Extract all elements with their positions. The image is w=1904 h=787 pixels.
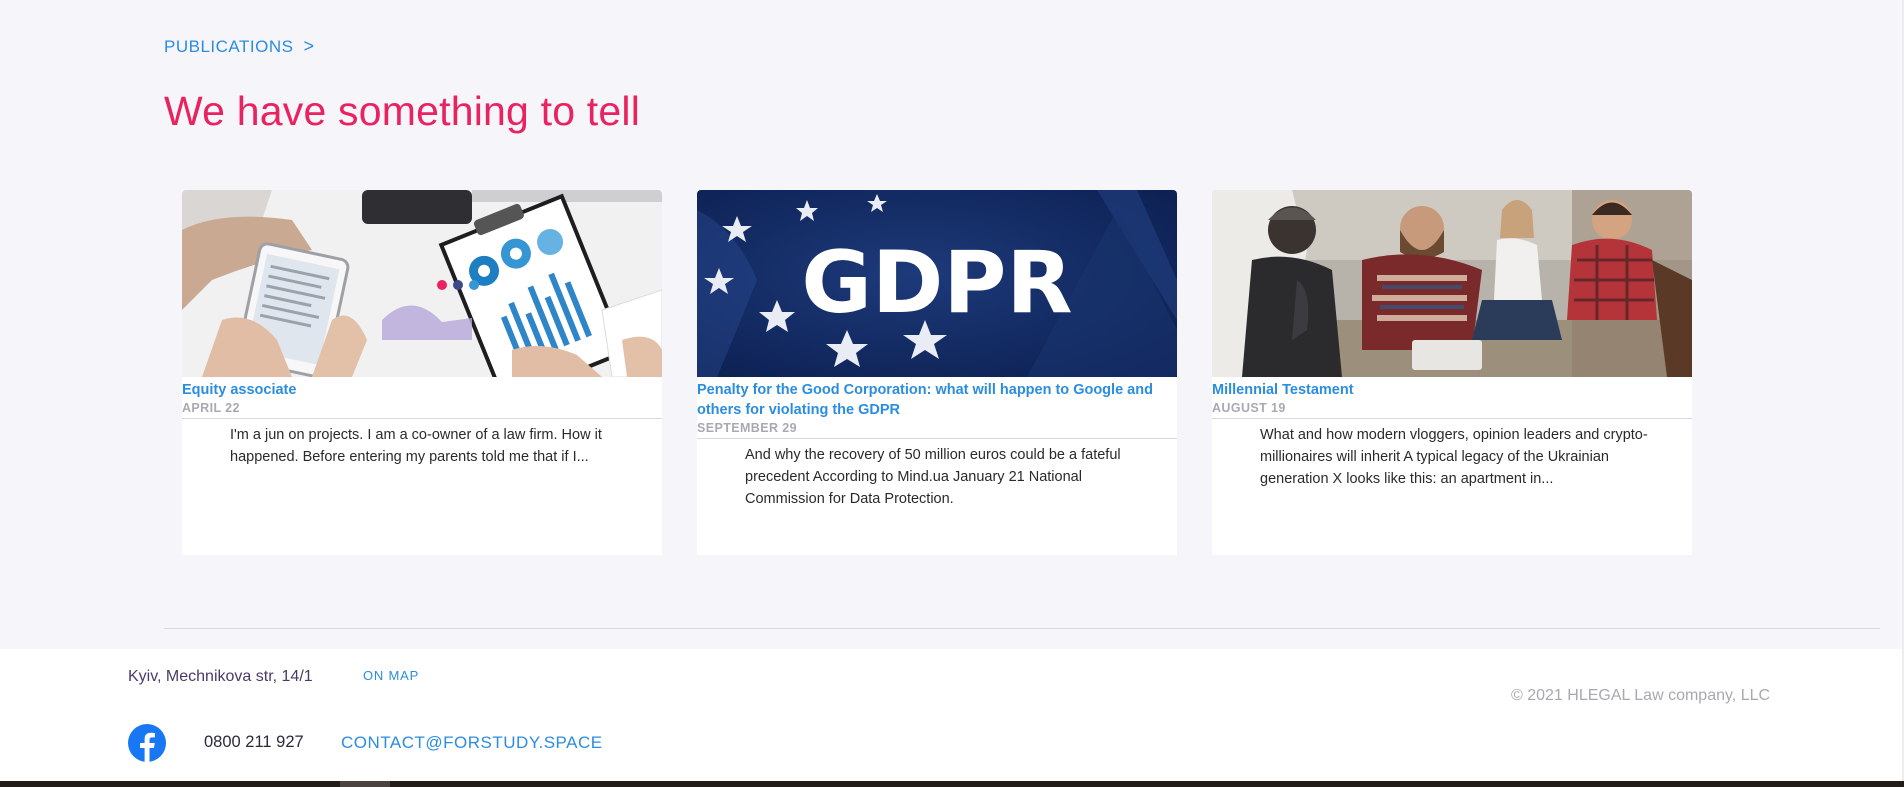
publications-link-label: PUBLICATIONS: [164, 36, 294, 56]
publication-card[interactable]: GDPR Penalty for the Good Corporation: w…: [697, 190, 1177, 555]
publication-card[interactable]: Millennial Testament AUGUST 19 What and …: [1212, 190, 1692, 555]
footer-email-link[interactable]: CONTACT@FORSTUDY.SPACE: [341, 733, 603, 753]
facebook-link[interactable]: [128, 724, 166, 762]
publication-excerpt: And why the recovery of 50 million euros…: [745, 447, 1121, 507]
taskbar-strip: [0, 781, 1904, 787]
section-headline: We have something to tell: [164, 88, 640, 134]
publication-date: APRIL 22: [182, 400, 662, 419]
publication-excerpt: I'm a jun on projects. I am a co-owner o…: [230, 427, 602, 465]
publication-date: AUGUST 19: [1212, 400, 1692, 419]
publication-image-tablet-charts[interactable]: [182, 190, 662, 377]
publication-title[interactable]: Equity associate: [182, 380, 662, 400]
taskbar-segment: [340, 781, 390, 787]
footer-address: Kyiv, Mechnikova str, 14/1: [128, 668, 313, 685]
publication-image-gdpr[interactable]: GDPR: [697, 190, 1177, 377]
gdpr-image-text: GDPR: [801, 233, 1072, 333]
publications-list: Equity associate APRIL 22 I'm a jun on p…: [182, 190, 1692, 555]
publication-excerpt: What and how modern vloggers, opinion le…: [1260, 427, 1648, 487]
publication-date: SEPTEMBER 29: [697, 420, 1177, 439]
publication-card[interactable]: Equity associate APRIL 22 I'm a jun on p…: [182, 190, 662, 555]
facebook-icon: [128, 724, 166, 762]
publications-link[interactable]: PUBLICATIONS >: [164, 36, 314, 57]
publication-image-group-people[interactable]: [1212, 190, 1692, 377]
publication-title[interactable]: Penalty for the Good Corporation: what w…: [697, 380, 1177, 420]
section-divider: [164, 628, 1880, 629]
on-map-link[interactable]: ON MAP: [363, 668, 419, 683]
publication-title[interactable]: Millennial Testament: [1212, 380, 1692, 400]
footer-copyright: © 2021 HLEGAL Law company, LLC: [1511, 687, 1771, 704]
footer-phone[interactable]: 0800 211 927: [204, 733, 304, 752]
chevron-right-icon: >: [303, 36, 315, 56]
